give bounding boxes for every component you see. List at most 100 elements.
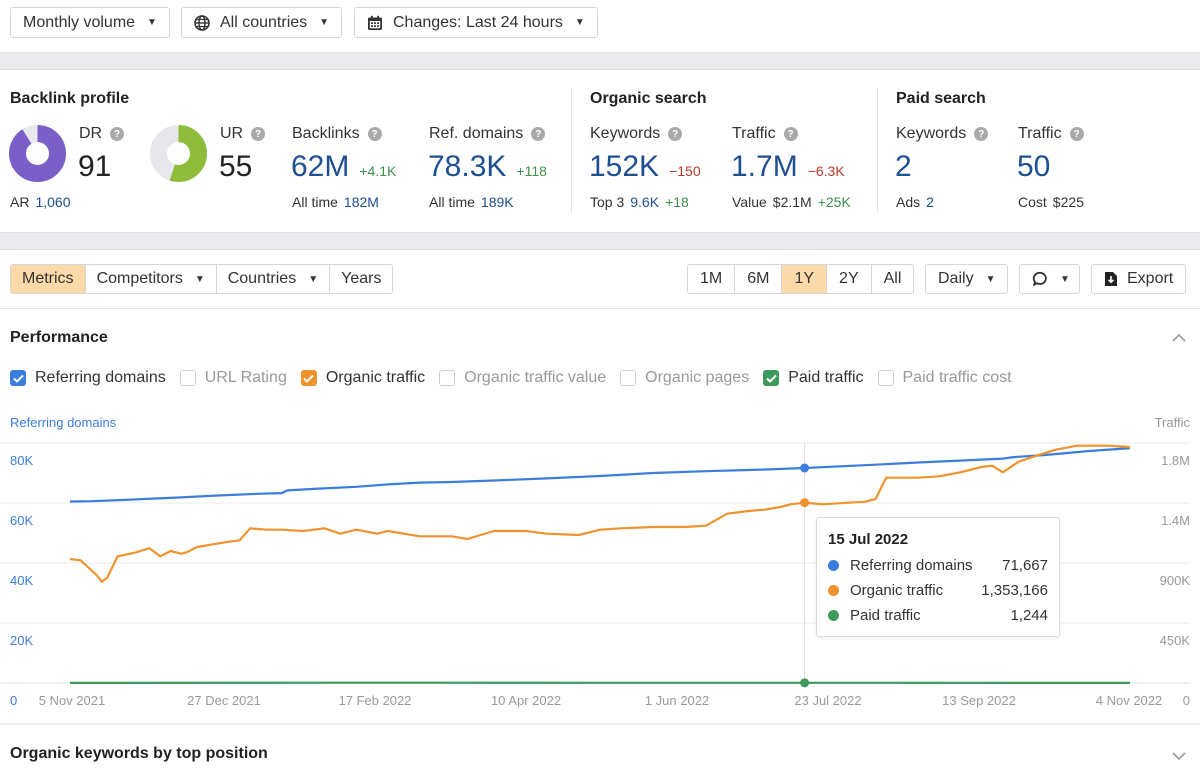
checkbox-unchecked-icon[interactable]	[439, 370, 456, 386]
countries-dropdown[interactable]: All countries ▼	[181, 7, 343, 38]
checkbox-label: Paid traffic	[788, 369, 864, 386]
paid-keywords-label: Keywords ?	[896, 125, 989, 143]
ar-value[interactable]: 1,060	[35, 194, 70, 210]
help-icon[interactable]: ?	[1069, 127, 1084, 141]
cost-label: Cost	[1018, 194, 1047, 210]
range-2y-label: 2Y	[839, 270, 859, 287]
caret-down-icon: ▼	[574, 17, 585, 28]
tab-competitors[interactable]: Competitors ▼	[85, 265, 217, 293]
range-6m-label: 6M	[747, 270, 770, 287]
help-icon[interactable]: ?	[251, 127, 266, 141]
tab-metrics-label: Metrics	[22, 270, 74, 287]
hover-point-paid-traffic	[800, 678, 810, 688]
help-icon[interactable]: ?	[974, 127, 989, 141]
backlinks-value[interactable]: 62M	[291, 150, 349, 184]
organic-keywords-value[interactable]: 152K	[589, 150, 659, 184]
globe-icon	[194, 14, 210, 31]
section-divider	[0, 52, 1200, 70]
caret-down-icon: ▼	[194, 273, 205, 285]
checkbox-label: Referring domains	[35, 369, 166, 386]
cost-value: $225	[1052, 194, 1084, 210]
left-axis-tick-label: 40K	[10, 573, 33, 588]
checkbox-label: URL Rating	[204, 369, 287, 386]
chevron-down-icon[interactable]	[1172, 748, 1186, 764]
dr-donut-chart	[9, 125, 66, 182]
organic-traffic-dot-icon	[828, 584, 839, 596]
range-1m-button[interactable]: 1M	[688, 265, 736, 293]
ads-value[interactable]: 2	[926, 194, 934, 210]
interval-label: Daily	[938, 270, 974, 287]
backlinks-alltime-label: All time	[292, 194, 338, 210]
filter-bar: Monthly volume ▼ All countries ▼ Changes…	[0, 0, 1200, 52]
top3-value[interactable]: 9.6K	[630, 194, 659, 210]
checkbox-organic-traffic-value[interactable]: Organic traffic value	[439, 369, 606, 387]
tab-years[interactable]: Years	[330, 265, 393, 293]
backlinks-alltime-value[interactable]: 182M	[344, 194, 379, 210]
paid-keywords-value[interactable]: 2	[895, 150, 912, 184]
range-all-button[interactable]: All	[871, 265, 914, 293]
paid-traffic-value[interactable]: 50	[1017, 150, 1050, 184]
tab-metrics[interactable]: Metrics	[11, 265, 86, 293]
tooltip-row-paid-traffic: Paid traffic 1,244	[828, 605, 1048, 625]
export-file-icon	[1104, 271, 1118, 287]
organic-traffic-label: Traffic ?	[732, 125, 798, 143]
organic-keywords-section-title: Organic keywords by top position	[10, 745, 268, 762]
changes-dropdown[interactable]: Changes: Last 24 hours ▼	[354, 7, 598, 38]
checkbox-unchecked-icon[interactable]	[620, 370, 637, 386]
traffic-value-delta: +25K	[817, 194, 851, 210]
range-1y-button[interactable]: 1Y	[782, 265, 828, 293]
divider	[0, 308, 1200, 309]
ref-domains-alltime-label: All time	[429, 194, 475, 210]
checkbox-unchecked-icon[interactable]	[877, 370, 894, 386]
series-line-referring-domains	[69, 447, 1131, 503]
annotations-dropdown[interactable]: ▼	[1019, 264, 1080, 294]
checkbox-organic-traffic[interactable]: Organic traffic	[300, 369, 425, 387]
checkbox-url-rating[interactable]: URL Rating	[179, 369, 287, 387]
monthly-volume-dropdown[interactable]: Monthly volume ▼	[10, 7, 170, 38]
export-button[interactable]: Export	[1091, 264, 1187, 294]
organic-top3-row: Top 3 9.6K +18	[590, 194, 689, 210]
export-label: Export	[1127, 270, 1174, 287]
help-icon[interactable]: ?	[783, 127, 798, 141]
paid-traffic-value-row: 50	[1017, 150, 1050, 184]
checkbox-checked-icon[interactable]	[300, 370, 317, 386]
tooltip-series-name: Organic traffic	[850, 581, 944, 599]
range-6m-button[interactable]: 6M	[735, 265, 783, 293]
ads-label: Ads	[896, 194, 921, 210]
tab-years-label: Years	[341, 270, 382, 287]
tooltip-series-name: Referring domains	[850, 556, 973, 574]
checkbox-checked-icon[interactable]	[10, 370, 26, 386]
x-axis-tick-label: 5 Nov 2021	[39, 693, 106, 708]
tooltip-row-organic-traffic: Organic traffic 1,353,166	[828, 580, 1048, 600]
range-1m-label: 1M	[700, 270, 723, 287]
checkbox-paid-traffic[interactable]: Paid traffic	[763, 369, 864, 387]
tab-countries[interactable]: Countries ▼	[216, 265, 331, 293]
help-icon[interactable]: ?	[668, 127, 683, 141]
caret-down-icon: ▼	[1060, 273, 1070, 285]
ref-domains-alltime-value[interactable]: 189K	[481, 194, 514, 210]
checkbox-referring-domains[interactable]: Referring domains	[10, 369, 166, 387]
organic-keywords-label: Keywords ?	[590, 125, 683, 143]
tooltip-series-value: 1,353,166	[981, 581, 1048, 599]
organic-traffic-value[interactable]: 1.7M	[731, 150, 798, 184]
interval-dropdown[interactable]: Daily ▼	[925, 264, 1009, 294]
x-axis-tick-label: 1 Jun 2022	[645, 693, 709, 708]
ref-domains-value[interactable]: 78.3K	[428, 150, 506, 184]
checkbox-unchecked-icon[interactable]	[179, 370, 196, 386]
help-icon[interactable]: ?	[367, 127, 382, 141]
checkbox-organic-pages[interactable]: Organic pages	[620, 369, 749, 387]
top3-delta: +18	[665, 194, 689, 210]
help-icon[interactable]: ?	[110, 127, 125, 141]
traffic-value-label: Value	[732, 194, 767, 210]
checkbox-label: Paid traffic cost	[902, 369, 1012, 386]
chevron-up-icon[interactable]	[1172, 330, 1186, 346]
range-buttons: 1M 6M 1Y 2Y All	[687, 264, 915, 294]
range-2y-button[interactable]: 2Y	[827, 265, 872, 293]
checkbox-checked-icon[interactable]	[763, 370, 780, 386]
top3-label: Top 3	[590, 194, 625, 210]
help-icon[interactable]: ?	[531, 127, 546, 141]
backlink-profile-title: Backlink profile	[10, 90, 130, 107]
checkbox-paid-traffic-cost[interactable]: Paid traffic cost	[877, 369, 1012, 387]
ar-row: AR 1,060	[10, 194, 71, 210]
x-axis-tick-label: 13 Sep 2022	[942, 693, 1016, 708]
